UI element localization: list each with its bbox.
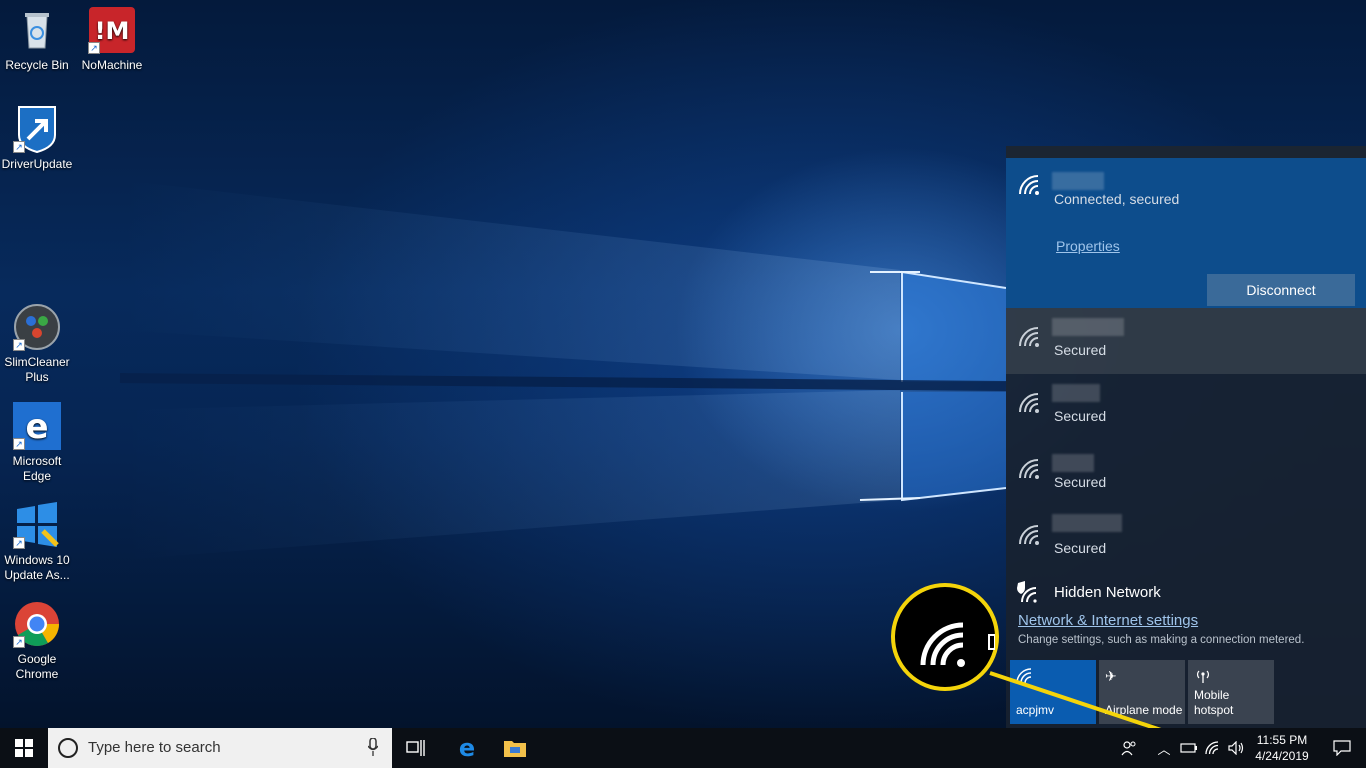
svg-text:e: e — [25, 407, 48, 447]
battery-power-icon[interactable] — [1180, 738, 1198, 758]
desktop-icon-label-line2: Update As... — [4, 568, 70, 582]
network-settings-description: Change settings, such as making a connec… — [1018, 634, 1305, 646]
wifi-zoom-callout — [891, 583, 999, 691]
taskbar: Type here to search e ︿ 11:55 PM 4/24/20… — [0, 728, 1366, 768]
desktop-icon-windows-update[interactable]: ↗ Windows 10 Update As... — [0, 501, 74, 583]
svg-text:e: e — [459, 736, 475, 760]
desktop-icon-label-line2: Edge — [22, 469, 52, 483]
network-status: Secured — [1054, 540, 1107, 556]
task-view-icon — [406, 740, 425, 756]
driverupdate-icon: ↗ — [13, 105, 61, 154]
network-name-redacted — [1052, 172, 1104, 190]
recycle-bin-icon — [13, 6, 61, 54]
shortcut-arrow-icon: ↗ — [13, 339, 25, 351]
edge-icon: e — [459, 736, 475, 760]
network-list-item[interactable]: Secured — [1006, 440, 1366, 506]
desktop-icon-chrome[interactable]: ↗ Google Chrome — [0, 600, 74, 682]
people-icon[interactable] — [1120, 738, 1138, 758]
desktop-icon-driverupdate[interactable]: ↗ DriverUpdate — [0, 105, 74, 172]
shortcut-arrow-icon: ↗ — [13, 438, 25, 450]
network-status: Secured — [1054, 342, 1107, 358]
desktop-icon-label-line2: Chrome — [15, 667, 59, 681]
airplane-tile-label: Airplane mode — [1105, 703, 1183, 717]
microphone-icon[interactable] — [368, 738, 378, 756]
hotspot-tile-label-line2: hotspot — [1194, 703, 1234, 717]
hotspot-icon — [1197, 670, 1209, 683]
shortcut-arrow-icon: ↗ — [88, 42, 100, 54]
clock-date: 4/24/2019 — [1255, 749, 1309, 763]
network-settings-link[interactable]: Network & Internet settings — [1018, 612, 1198, 629]
nomachine-icon: !M ↗ — [88, 6, 136, 54]
shortcut-arrow-icon: ↗ — [13, 636, 25, 648]
network-tray-icon[interactable] — [1204, 738, 1222, 758]
action-center-button[interactable] — [1318, 728, 1366, 768]
desktop-icon-recycle-bin[interactable]: Recycle Bin — [0, 6, 74, 73]
desktop-icon-label: SlimCleaner — [4, 355, 70, 369]
chevron-up-icon[interactable]: ︿ — [1156, 738, 1172, 758]
notification-icon — [1333, 740, 1351, 756]
wifi-icon — [1016, 668, 1032, 684]
wifi-signal-icon — [1019, 327, 1039, 347]
windows-logo-icon — [15, 739, 33, 757]
desktop-icon-nomachine[interactable]: !M ↗ NoMachine — [75, 6, 149, 73]
taskbar-search-box[interactable]: Type here to search — [48, 728, 392, 768]
shortcut-arrow-icon: ↗ — [13, 537, 25, 549]
volume-icon[interactable] — [1228, 738, 1246, 758]
start-button[interactable] — [0, 728, 48, 768]
properties-link[interactable]: Properties — [1056, 238, 1120, 254]
desktop-icon-label: NoMachine — [81, 58, 143, 72]
airplane-mode-tile[interactable]: ✈ Airplane mode — [1099, 660, 1185, 724]
shielded-wifi-icon — [1017, 581, 1037, 603]
hidden-network-item[interactable]: Hidden Network — [1006, 578, 1366, 608]
desktop-icon-label: Microsoft — [12, 454, 62, 468]
desktop-icon-label: Google — [17, 652, 57, 666]
desktop-icon-label: DriverUpdate — [1, 157, 73, 171]
hotspot-tile-label: Mobile hotspot — [1194, 688, 1233, 718]
wifi-signal-icon — [1019, 175, 1039, 195]
network-status: Secured — [1054, 474, 1107, 490]
task-view-button[interactable] — [392, 728, 440, 768]
desktop-icon-edge[interactable]: e ↗ Microsoft Edge — [0, 402, 74, 484]
taskbar-edge-button[interactable]: e — [443, 728, 491, 768]
desktop-icon-label: Windows 10 — [4, 553, 70, 567]
disconnect-button[interactable]: Disconnect — [1207, 274, 1355, 306]
hotspot-tile-label-line1: Mobile — [1194, 688, 1230, 702]
wifi-signal-icon — [1019, 393, 1039, 413]
desktop-icon-label: Recycle Bin — [5, 58, 69, 72]
edge-icon: e ↗ — [13, 402, 61, 450]
mobile-hotspot-tile[interactable]: Mobile hotspot — [1188, 660, 1274, 724]
wifi-icon — [920, 622, 996, 667]
wifi-tile-label: acpjmv — [1016, 703, 1055, 717]
taskbar-file-explorer-button[interactable] — [491, 728, 539, 768]
folder-icon — [504, 741, 526, 757]
desktop-icon-slimcleaner[interactable]: ↗ SlimCleaner Plus — [0, 303, 74, 385]
wifi-quick-tile[interactable]: acpjmv — [1010, 660, 1096, 724]
network-list-item[interactable]: Secured — [1006, 506, 1366, 572]
network-status: Secured — [1054, 408, 1107, 424]
chrome-icon: ↗ — [13, 600, 61, 648]
connected-network-item[interactable]: Connected, secured Properties Disconnect — [1006, 158, 1366, 308]
connected-status: Connected, secured — [1054, 191, 1180, 207]
network-name-redacted — [1052, 454, 1094, 472]
clock-time: 11:55 PM — [1256, 733, 1308, 747]
windows-update-icon: ↗ — [13, 501, 61, 549]
network-name-redacted — [1052, 384, 1100, 402]
search-placeholder: Type here to search — [88, 739, 221, 756]
wifi-signal-icon — [1019, 525, 1039, 545]
network-list-item[interactable]: Secured — [1006, 374, 1366, 440]
svg-text:!M: !M — [95, 17, 130, 45]
network-list-item[interactable]: Secured — [1006, 308, 1366, 374]
network-name-redacted — [1052, 514, 1122, 532]
slimcleaner-icon: ↗ — [13, 303, 61, 351]
wifi-signal-icon — [1019, 459, 1039, 479]
shortcut-arrow-icon: ↗ — [13, 141, 25, 153]
hidden-network-label: Hidden Network — [1054, 584, 1161, 601]
flyout-top-band — [1006, 146, 1366, 158]
airplane-icon: ✈ — [1105, 668, 1117, 684]
desktop-icon-label-line2: Plus — [25, 370, 49, 384]
cortana-icon — [58, 738, 78, 758]
network-flyout: Connected, secured Properties Disconnect… — [1006, 146, 1366, 728]
taskbar-clock[interactable]: 11:55 PM 4/24/2019 — [1252, 732, 1312, 764]
network-name-redacted — [1052, 318, 1124, 336]
